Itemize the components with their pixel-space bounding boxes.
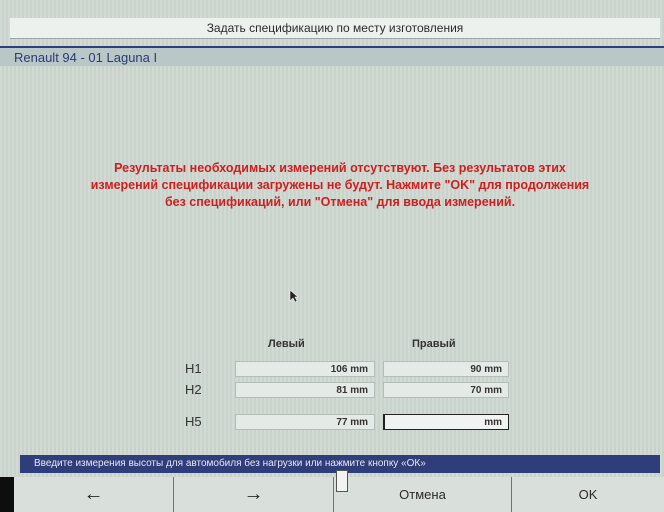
- dialog-title: Задать спецификацию по месту изготовлени…: [10, 18, 660, 39]
- arrow-right-icon: →: [243, 483, 264, 505]
- screen: Задать спецификацию по месту изготовлени…: [0, 0, 664, 512]
- right-value-field[interactable]: 70 mm: [383, 382, 509, 398]
- ok-button[interactable]: OK: [512, 477, 664, 512]
- left-value-field[interactable]: 77 mm: [235, 414, 375, 430]
- measurement-row: H2 81 mm 70 mm: [185, 382, 515, 400]
- column-right-header: Правый: [412, 338, 456, 350]
- left-value-field[interactable]: 81 mm: [235, 382, 375, 398]
- dialog-title-text: Задать спецификацию по месту изготовлени…: [206, 21, 464, 35]
- measurement-row: H1 106 mm 90 mm: [185, 361, 515, 379]
- back-button[interactable]: ←: [14, 477, 174, 512]
- cancel-button[interactable]: Отмена: [334, 477, 512, 512]
- status-text: Введите измерения высоты для автомобиля …: [34, 458, 426, 469]
- left-value-field[interactable]: 106 mm: [235, 361, 375, 377]
- button-bar: ← → Отмена OK: [0, 477, 664, 512]
- mouse-cursor-icon: [289, 289, 299, 303]
- vehicle-name: Renault 94 - 01 Laguna I: [14, 49, 158, 65]
- ok-button-label: OK: [578, 487, 598, 502]
- row-label: H5: [185, 414, 202, 429]
- right-value-field-active[interactable]: mm: [383, 414, 509, 430]
- warning-message: Результаты необходимых измерений отсутст…: [90, 161, 590, 209]
- right-value-field[interactable]: 90 mm: [383, 361, 509, 377]
- column-left-header: Левый: [268, 338, 305, 350]
- row-label: H1: [185, 361, 202, 376]
- measurement-row: H5 77 mm mm: [185, 414, 515, 432]
- slider-handle[interactable]: [336, 470, 348, 492]
- cancel-button-label: Отмена: [399, 487, 446, 502]
- arrow-left-icon: ←: [83, 483, 104, 505]
- row-label: H2: [185, 382, 202, 397]
- vehicle-header: Renault 94 - 01 Laguna I: [0, 46, 664, 66]
- next-button[interactable]: →: [174, 477, 334, 512]
